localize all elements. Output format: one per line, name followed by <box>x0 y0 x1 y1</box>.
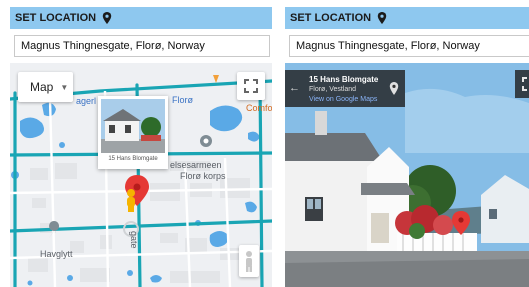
map-label: agerl <box>76 96 97 106</box>
map-label: Florø <box>172 95 193 105</box>
thumbnail-image <box>101 99 165 153</box>
panel-header: SET LOCATION <box>285 7 529 29</box>
map-label: Florø korps <box>180 171 226 181</box>
location-pin-icon <box>389 82 399 95</box>
street-view-location-panel: SET LOCATION Magnus Thingnesgate, Florø,… <box>285 7 529 287</box>
street-view-info-card: ← 15 Hans Blomgate Florø, Vestland View … <box>285 70 405 107</box>
fullscreen-icon <box>522 77 527 91</box>
map-label: elsesarmeen <box>170 160 222 170</box>
thumbnail-caption: 15 Hans Blomgate <box>108 156 158 162</box>
food-marker-icon[interactable] <box>213 75 219 83</box>
street-view[interactable]: ← 15 Hans Blomgate Florø, Vestland View … <box>285 63 529 287</box>
panel-title: SET LOCATION <box>15 12 97 24</box>
map-type-dropdown[interactable]: Map ▼ <box>18 72 73 102</box>
pegman-icon <box>246 251 252 272</box>
address-value: Magnus Thingnesgate, Florø, Norway <box>296 40 480 52</box>
panel-title: SET LOCATION <box>290 12 372 24</box>
location-pin-icon <box>102 12 112 24</box>
fullscreen-button[interactable] <box>515 70 529 98</box>
address-field[interactable]: Magnus Thingnesgate, Florø, Norway <box>289 35 529 57</box>
map-view[interactable]: agerl Florø Comfo elsesarmeen Florø korp… <box>10 63 272 287</box>
pegman-button[interactable] <box>239 245 259 277</box>
map-type-label: Map <box>30 80 54 94</box>
map-label: Comfo <box>246 103 272 113</box>
back-arrow-icon[interactable]: ← <box>289 82 300 94</box>
map-location-panel: SET LOCATION Magnus Thingnesgate, Florø,… <box>10 7 272 287</box>
address-field[interactable]: Magnus Thingnesgate, Florø, Norway <box>14 35 270 57</box>
view-on-google-maps-link[interactable]: View on Google Maps <box>309 96 377 103</box>
pegman-on-map-icon[interactable] <box>127 189 135 212</box>
street-view-thumbnail[interactable]: 15 Hans Blomgate <box>98 96 168 169</box>
panel-header: SET LOCATION <box>10 7 272 29</box>
map-label: Havglytt <box>40 249 73 259</box>
location-pin-icon <box>377 12 387 24</box>
map-label: gate <box>129 231 139 249</box>
fullscreen-icon <box>244 79 258 93</box>
chevron-down-icon: ▼ <box>60 82 69 92</box>
street-view-subtitle: Florø, Vestland <box>309 86 357 93</box>
fullscreen-button[interactable] <box>237 72 265 100</box>
address-value: Magnus Thingnesgate, Florø, Norway <box>21 40 205 52</box>
street-view-title: 15 Hans Blomgate <box>309 75 379 84</box>
